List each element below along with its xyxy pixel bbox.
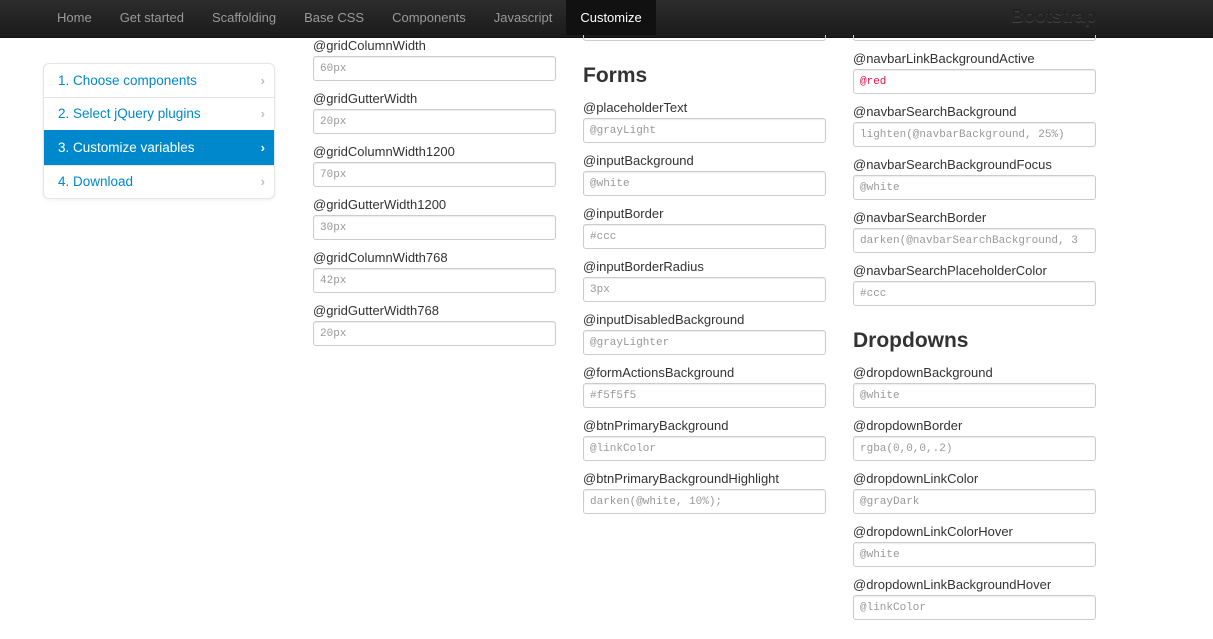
variable-label: @formActionsBackground <box>583 365 735 380</box>
variable-field: @gridGutterWidth768 20px <box>313 303 556 346</box>
variable-label: @btnPrimaryBackgroundHighlight <box>583 471 780 486</box>
sidebar-nav: 1. Choose components › 2. Select jQuery … <box>43 63 275 199</box>
variable-field: @btnPrimaryBackground @linkColor <box>583 418 826 461</box>
variable-input[interactable] <box>583 35 826 41</box>
section-title-forms: Forms <box>583 64 648 87</box>
variable-input[interactable]: darken(@white, 10%); <box>583 489 826 514</box>
chevron-right-icon: › <box>260 140 265 155</box>
nav-base-css[interactable]: Base CSS <box>290 0 378 35</box>
variable-input[interactable]: @red <box>853 69 1096 94</box>
variable-label: @dropdownLinkColorHover <box>853 524 1013 539</box>
variable-field: @btnPrimaryBackgroundHighlight darken(@w… <box>583 471 826 514</box>
variable-input[interactable]: @linkColor <box>853 595 1096 620</box>
variable-field: @gridGutterWidth1200 30px <box>313 197 556 240</box>
nav-home[interactable]: Home <box>43 0 106 35</box>
variable-label: @btnPrimaryBackground <box>583 418 729 433</box>
variable-input[interactable]: 20px <box>313 321 556 346</box>
variable-input[interactable]: @grayLighter <box>583 330 826 355</box>
sidebar-item-select-plugins[interactable]: 2. Select jQuery plugins › <box>44 97 274 130</box>
variable-field: @gridColumnWidth 60px <box>313 38 556 81</box>
variable-field: @dropdownLinkColor @grayDark <box>853 471 1096 514</box>
variable-label: @dropdownLinkColor <box>853 471 979 486</box>
variable-label: @gridColumnWidth <box>313 38 426 53</box>
nav-customize[interactable]: Customize <box>566 0 656 35</box>
variable-field: @inputBackground @white <box>583 153 826 196</box>
chevron-right-icon: › <box>260 73 265 88</box>
variable-input[interactable]: #ccc <box>853 281 1096 306</box>
brand-logo[interactable]: Bootstrap <box>1011 6 1096 27</box>
variable-label: @navbarSearchBackground <box>853 104 1017 119</box>
variable-field: @navbarSearchBackground lighten(@navbarB… <box>853 104 1096 147</box>
variable-input[interactable]: @grayDark <box>853 489 1096 514</box>
variable-label: @gridGutterWidth768 <box>313 303 439 318</box>
sidebar-item-label: 3. Customize variables <box>58 140 195 155</box>
section-title-dropdowns: Dropdowns <box>853 329 969 352</box>
variable-input[interactable]: 70px <box>313 162 556 187</box>
variable-label: @gridGutterWidth1200 <box>313 197 447 212</box>
variable-input[interactable]: #ccc <box>583 224 826 249</box>
variable-input[interactable]: #f5f5f5 <box>583 383 826 408</box>
variable-input[interactable]: rgba(0,0,0,.2) <box>853 436 1096 461</box>
variable-label: @inputBackground <box>583 153 694 168</box>
variable-field: @inputDisabledBackground @grayLighter <box>583 312 826 355</box>
variable-field: @dropdownLinkColorHover @white <box>853 524 1096 567</box>
variable-input[interactable] <box>853 35 1096 41</box>
variable-field: @placeholderText @grayLight <box>583 100 826 143</box>
variable-input[interactable]: 3px <box>583 277 826 302</box>
sidebar-item-label: 2. Select jQuery plugins <box>58 106 201 121</box>
variable-field: @navbarLinkBackgroundActive @red <box>853 51 1096 94</box>
variable-input[interactable]: @grayLight <box>583 118 826 143</box>
sidebar-item-download[interactable]: 4. Download › <box>44 165 274 198</box>
variable-label: @gridColumnWidth1200 <box>313 144 455 159</box>
sidebar-item-label: 4. Download <box>58 174 134 189</box>
variable-input[interactable]: 60px <box>313 56 556 81</box>
variable-input[interactable]: @white <box>853 175 1096 200</box>
variable-input[interactable]: lighten(@navbarBackground, 25%) <box>853 122 1096 147</box>
variable-field: @gridColumnWidth1200 70px <box>313 144 556 187</box>
sidebar-item-label: 1. Choose components <box>58 73 197 88</box>
variable-label: @inputBorderRadius <box>583 259 704 274</box>
variable-field: @navbarSearchBorder darken(@navbarSearch… <box>853 210 1096 253</box>
top-navbar: Home Get started Scaffolding Base CSS Co… <box>0 0 1213 38</box>
variable-field: @dropdownBackground @white <box>853 365 1096 408</box>
nav-components[interactable]: Components <box>378 0 480 35</box>
sidebar-item-customize-variables[interactable]: 3. Customize variables › <box>44 130 274 165</box>
nav-get-started[interactable]: Get started <box>106 0 198 35</box>
variable-label: @navbarSearchBorder <box>853 210 987 225</box>
variable-input[interactable]: @white <box>853 542 1096 567</box>
nav-javascript[interactable]: Javascript <box>480 0 567 35</box>
variable-label: @gridGutterWidth <box>313 91 418 106</box>
variable-label: @dropdownBackground <box>853 365 993 380</box>
variable-label: @dropdownLinkBackgroundHover <box>853 577 1052 592</box>
variable-field: @inputBorder #ccc <box>583 206 826 249</box>
variable-label: @placeholderText <box>583 100 688 115</box>
variable-input[interactable]: @linkColor <box>583 436 826 461</box>
sidebar-item-choose-components[interactable]: 1. Choose components › <box>44 64 274 97</box>
nav-scaffolding[interactable]: Scaffolding <box>198 0 290 35</box>
variable-field: @formActionsBackground #f5f5f5 <box>583 365 826 408</box>
variable-input[interactable]: 20px <box>313 109 556 134</box>
variable-input[interactable]: darken(@navbarSearchBackground, 3 <box>853 228 1096 253</box>
variable-label: @navbarSearchPlaceholderColor <box>853 263 1047 278</box>
variable-label: @inputDisabledBackground <box>583 312 745 327</box>
variable-field: @navbarSearchPlaceholderColor #ccc <box>853 263 1096 306</box>
variable-field: @dropdownBorder rgba(0,0,0,.2) <box>853 418 1096 461</box>
variable-input[interactable]: 42px <box>313 268 556 293</box>
variable-field: @gridColumnWidth768 42px <box>313 250 556 293</box>
main-nav: Home Get started Scaffolding Base CSS Co… <box>43 0 656 37</box>
variable-field: @navbarSearchBackgroundFocus @white <box>853 157 1096 200</box>
variable-label: @gridColumnWidth768 <box>313 250 448 265</box>
variable-label: @inputBorder <box>583 206 664 221</box>
variable-label: @navbarLinkBackgroundActive <box>853 51 1035 66</box>
variable-input[interactable]: 30px <box>313 215 556 240</box>
variable-field: @dropdownLinkBackgroundHover @linkColor <box>853 577 1096 620</box>
variable-input[interactable]: @white <box>583 171 826 196</box>
chevron-right-icon: › <box>260 174 265 189</box>
variable-label: @navbarSearchBackgroundFocus <box>853 157 1052 172</box>
variable-field: @inputBorderRadius 3px <box>583 259 826 302</box>
variable-input[interactable]: @white <box>853 383 1096 408</box>
variable-field: @gridGutterWidth 20px <box>313 91 556 134</box>
variable-label: @dropdownBorder <box>853 418 963 433</box>
chevron-right-icon: › <box>260 106 265 121</box>
